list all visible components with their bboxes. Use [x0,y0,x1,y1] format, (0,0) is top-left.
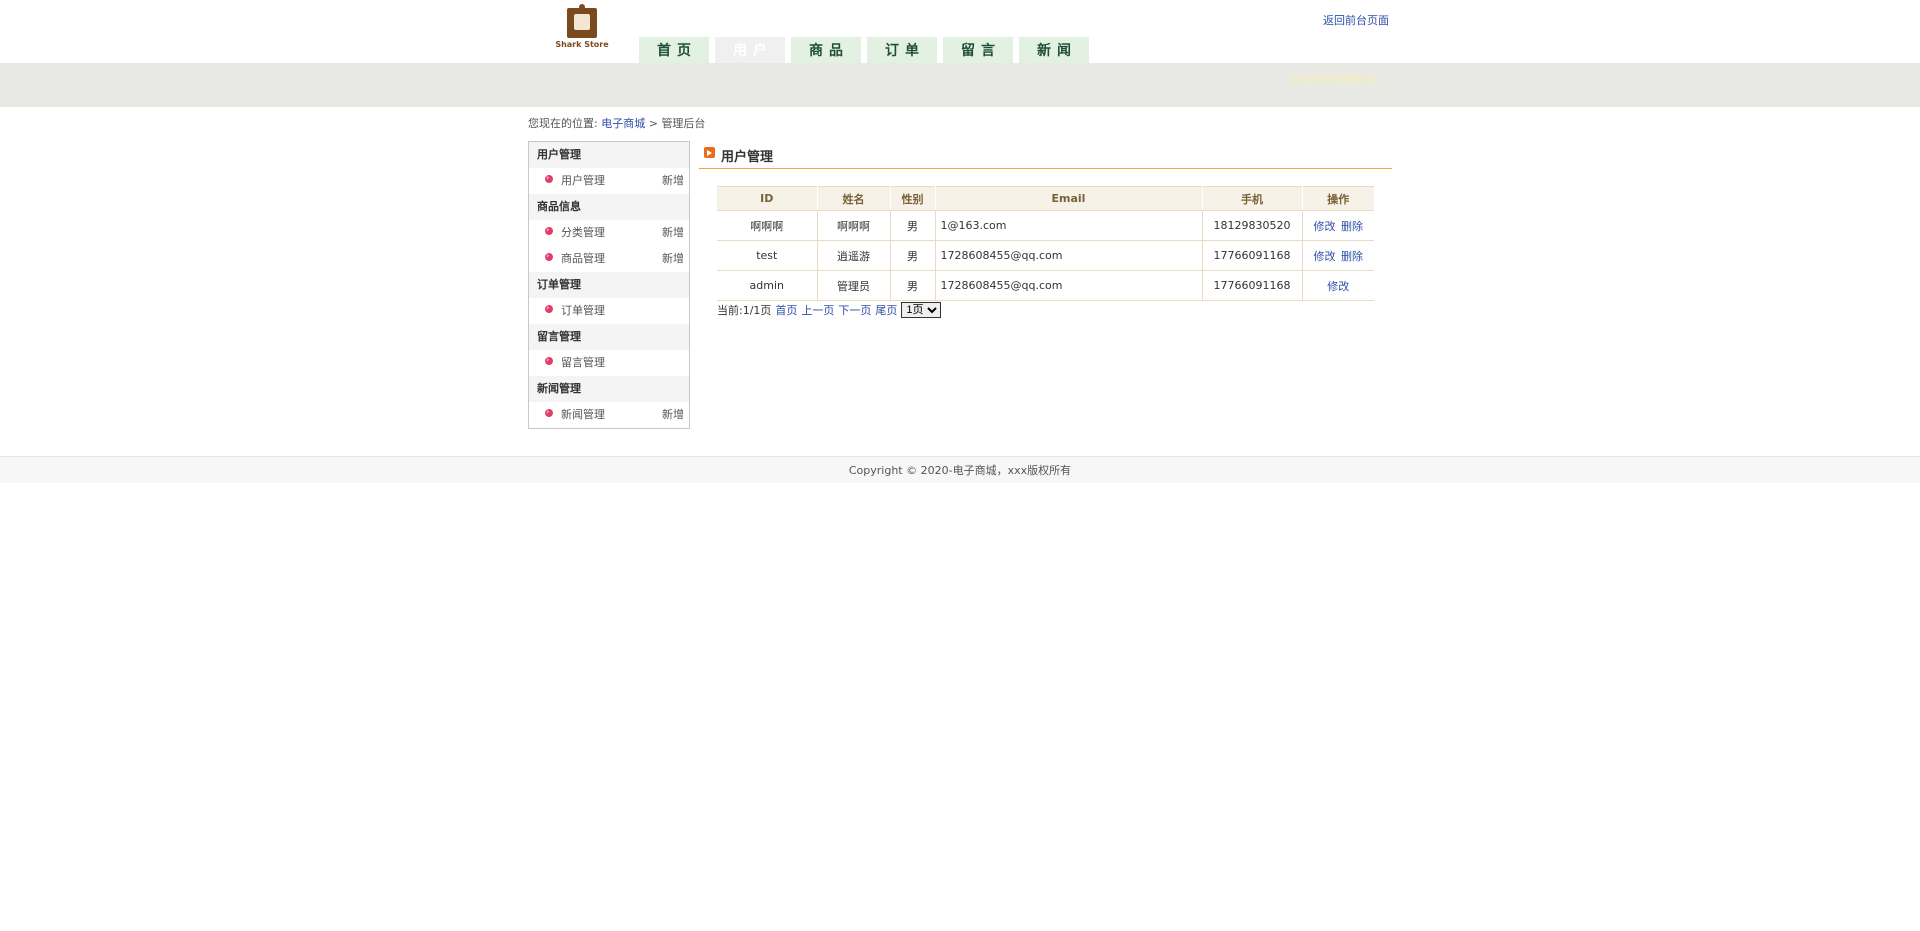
column-header: 操作 [1302,186,1374,211]
cell-email: 1728608455@qq.com [935,240,1203,271]
first-page-link[interactable]: 首页 [775,302,797,318]
cell-phone: 17766091168 [1202,270,1303,301]
cell-name: 逍遥游 [817,240,891,271]
table-row: test 逍遥游 男 1728608455@qq.com 17766091168… [717,240,1374,271]
delete-link[interactable]: 删除 [1341,250,1363,263]
store-logo-icon [567,4,597,38]
column-header: 性别 [890,186,936,211]
arrow-bullet-icon [545,295,553,321]
table-row: admin 管理员 男 1728608455@qq.com 1776609116… [717,270,1374,301]
add-product-link[interactable]: 新增 [662,246,684,272]
sidebar-item-label[interactable]: 订单管理 [561,298,605,324]
column-header: Email [935,186,1203,211]
breadcrumb-current: 管理后台 [661,117,706,130]
header: Shark Store 首页 用户 商品 订单 留言 新闻 返回前台页面 [0,0,1920,63]
cell-gender: 男 [890,270,936,301]
cell-phone: 18129830520 [1202,210,1303,241]
next-page-link[interactable]: 下一页 [838,302,871,318]
welcome-bar: 欢迎来到管理后台。 [0,63,1920,107]
sidebar-item-message-manage[interactable]: 留言管理 [529,347,689,376]
cell-actions: 修改 删除 [1302,240,1374,271]
cell-gender: 男 [890,210,936,241]
sidebar-item-label[interactable]: 商品管理 [561,246,605,272]
main-panel: 用户管理 ID 姓名 性别 Email 手机 操作 啊啊啊 啊啊啊 男 1@16… [699,141,1392,318]
column-header: ID [717,186,818,211]
main-title-bar: 用户管理 [699,141,1392,169]
cell-actions: 修改 [1302,270,1374,301]
last-page-link[interactable]: 尾页 [875,302,897,318]
table-row: 啊啊啊 啊啊啊 男 1@163.com 18129830520 修改 删除 [717,210,1374,241]
arrow-right-icon [704,147,715,158]
column-header: 手机 [1202,186,1303,211]
arrow-bullet-icon [545,217,553,243]
cell-gender: 男 [890,240,936,271]
arrow-bullet-icon [545,399,553,425]
footer: Copyright © 2020-电子商城，xxx版权所有 [0,456,1920,483]
breadcrumb-prefix: 您现在的位置: [528,117,598,130]
table-header-row: ID 姓名 性别 Email 手机 操作 [717,186,1374,211]
sidebar-group-news: 新闻管理 [529,376,689,402]
sidebar-item-product-manage[interactable]: 商品管理 新增 [529,243,689,272]
cell-name: 啊啊啊 [817,210,891,241]
pagination: 当前:1/1页 首页 上一页 下一页 尾页 1页 [717,302,942,318]
sidebar-item-label[interactable]: 留言管理 [561,350,605,376]
logo[interactable]: Shark Store [553,4,611,52]
page-status: 当前:1/1页 [717,304,772,317]
sidebar-item-label[interactable]: 分类管理 [561,220,605,246]
cell-name: 管理员 [817,270,891,301]
sidebar-item-category-manage[interactable]: 分类管理 新增 [529,217,689,246]
user-table: ID 姓名 性别 Email 手机 操作 啊啊啊 啊啊啊 男 1@163.com… [717,186,1374,301]
edit-link[interactable]: 修改 [1314,250,1336,263]
cell-phone: 17766091168 [1202,240,1303,271]
sidebar-item-user-manage[interactable]: 用户管理 新增 [529,165,689,194]
arrow-bullet-icon [545,165,553,191]
sidebar-item-order-manage[interactable]: 订单管理 [529,295,689,324]
cell-email: 1@163.com [935,210,1203,241]
column-header: 姓名 [817,186,891,211]
arrow-bullet-icon [545,243,553,269]
sidebar-group-users: 用户管理 [529,142,689,168]
sidebar-item-news-manage[interactable]: 新闻管理 新增 [529,399,689,428]
copyright-text: Copyright © 2020-电子商城，xxx版权所有 [848,464,1072,477]
edit-link[interactable]: 修改 [1314,220,1336,233]
cell-actions: 修改 删除 [1302,210,1374,241]
nav-messages[interactable]: 留言 [943,37,1013,63]
page-title: 用户管理 [721,150,774,165]
sidebar-group-products: 商品信息 [529,194,689,220]
breadcrumb: 您现在的位置: 电子商城 > 管理后台 [528,115,705,131]
welcome-text: 欢迎来到管理后台。 [1289,73,1388,86]
nav-products[interactable]: 商品 [791,37,861,63]
cell-id: admin [717,270,818,301]
add-category-link[interactable]: 新增 [662,220,684,246]
sidebar-item-label[interactable]: 新闻管理 [561,402,605,428]
sidebar-group-messages: 留言管理 [529,324,689,350]
cell-email: 1728608455@qq.com [935,270,1203,301]
add-news-link[interactable]: 新增 [662,402,684,428]
nav-orders[interactable]: 订单 [867,37,937,63]
add-user-link[interactable]: 新增 [662,168,684,194]
nav-news[interactable]: 新闻 [1019,37,1089,63]
prev-page-link[interactable]: 上一页 [801,302,834,318]
nav-users[interactable]: 用户 [715,37,785,63]
arrow-bullet-icon [545,347,553,373]
page-select[interactable]: 1页 [901,302,942,318]
edit-link[interactable]: 修改 [1327,280,1349,293]
breadcrumb-home-link[interactable]: 电子商城 [601,117,645,130]
cell-id: 啊啊啊 [717,210,818,241]
main-nav: 首页 用户 商品 订单 留言 新闻 [639,37,1089,63]
nav-home[interactable]: 首页 [639,37,709,63]
breadcrumb-separator: > [648,117,658,130]
logo-text: Shark Store [555,40,609,49]
delete-link[interactable]: 删除 [1341,220,1363,233]
sidebar-group-orders: 订单管理 [529,272,689,298]
back-to-front-link[interactable]: 返回前台页面 [1323,12,1389,28]
cell-id: test [717,240,818,271]
sidebar-item-label[interactable]: 用户管理 [561,168,605,194]
sidebar: 用户管理 用户管理 新增 商品信息 分类管理 新增 商品管理 新增 订单管理 订… [528,141,690,429]
